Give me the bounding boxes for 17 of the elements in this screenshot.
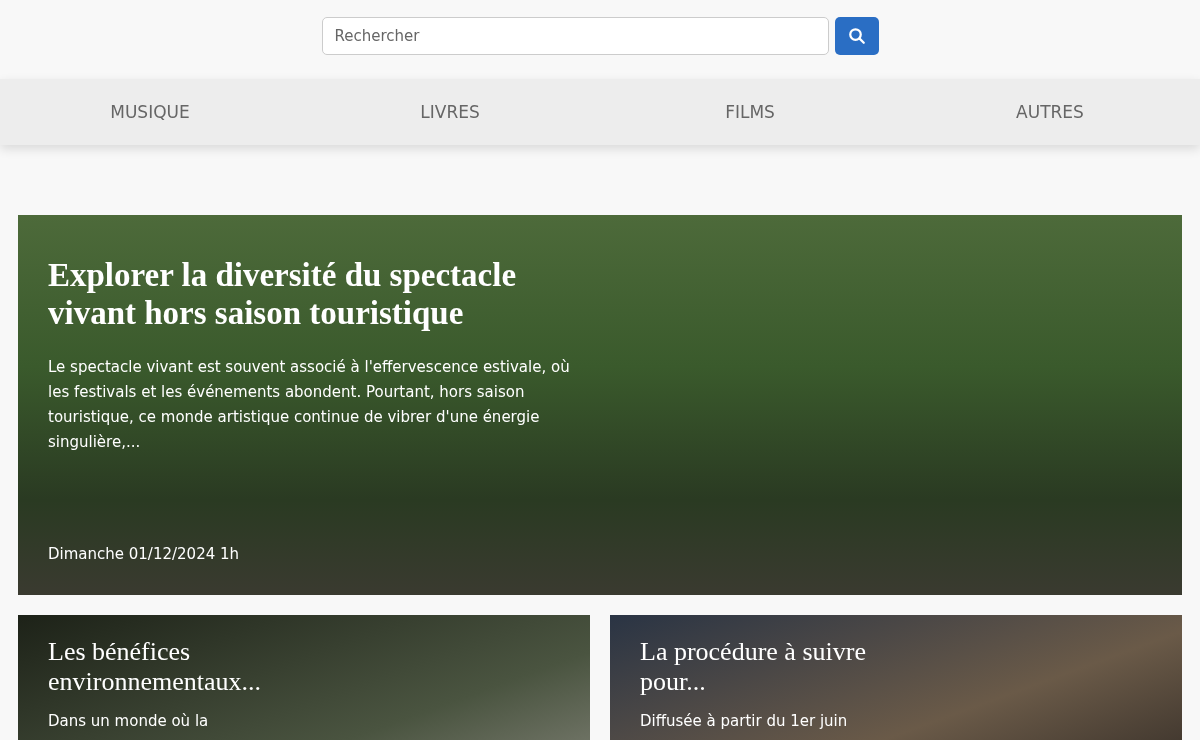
search-button[interactable] [834,17,879,55]
article-card[interactable]: Les bénéfices environnementaux... Dans un monde où la [18,615,590,740]
article-title: Explorer la diversité du spectacle vivant hors saison touristique [48,257,518,333]
article-card[interactable]: La procédure à suivre pour... Diffusée à partir du 1er juin [610,615,1182,740]
nav-link[interactable]: AUTRES [1016,102,1084,122]
nav-link[interactable]: MUSIQUE [110,102,190,122]
article-title: La procédure à suivre pour... [640,637,867,697]
featured-article-card[interactable] [18,215,1182,595]
article-title: Les bénéfices environnementaux... [48,637,262,697]
nav-link[interactable]: LIVRES [420,102,480,122]
article-excerpt: Diffusée à partir du 1er juin [640,710,849,732]
search-field[interactable]: Rechercher [321,17,829,55]
nav-link[interactable]: FILMS [725,102,775,122]
article-excerpt: Le spectacle vivant est souvent associé à l'effervescence estivale, où les festivals et les événements abondent. Pourtant, hors saison touristique, ce monde artistique continue de vibrer d'une énergie singulière,... [48,356,571,453]
article-excerpt: Dans un monde où la [48,710,210,732]
article-date: Dimanche 01/12/2024 1h [48,545,241,563]
search-icon [847,27,866,45]
